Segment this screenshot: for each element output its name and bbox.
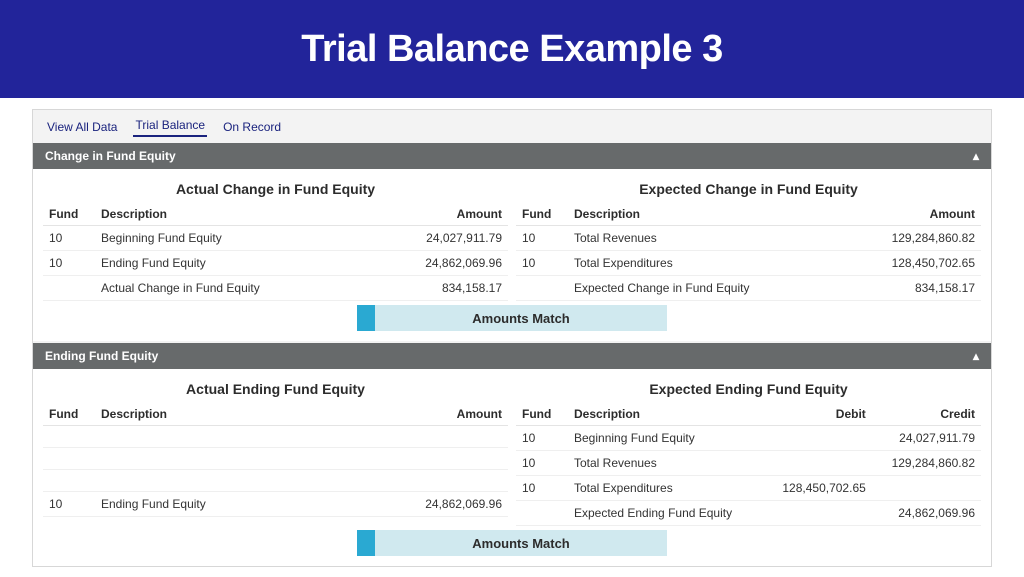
panel-change-content: Actual Change in Fund Equity Fund Descri… xyxy=(33,169,991,341)
cell-fund: 10 xyxy=(516,476,568,501)
cell-fund xyxy=(516,276,568,301)
table-row: 10 Total Revenues 129,284,860.82 xyxy=(516,226,981,251)
cell-fund: 10 xyxy=(516,251,568,276)
tab-view-all-data[interactable]: View All Data xyxy=(45,117,119,137)
table-row-blank xyxy=(43,470,508,492)
col-fund: Fund xyxy=(43,203,95,226)
cell-fund: 10 xyxy=(516,426,568,451)
table-row: 10 Beginning Fund Equity 24,027,911.79 xyxy=(516,426,981,451)
actual-change-block: Actual Change in Fund Equity Fund Descri… xyxy=(43,177,508,301)
match-label: Amounts Match xyxy=(375,530,667,556)
expected-ending-block: Expected Ending Fund Equity Fund Descrip… xyxy=(516,377,981,526)
cell-desc: Total Expenditures xyxy=(568,476,763,501)
col-description: Description xyxy=(568,203,842,226)
cell-debit xyxy=(763,451,872,476)
table-row: 10 Total Expenditures 128,450,702.65 xyxy=(516,251,981,276)
cell-desc: Total Expenditures xyxy=(568,251,842,276)
cell-amount: 129,284,860.82 xyxy=(842,226,981,251)
cell-debit: 128,450,702.65 xyxy=(763,476,872,501)
cell-fund: 10 xyxy=(43,492,95,517)
cell-fund: 10 xyxy=(516,451,568,476)
report-container: View All Data Trial Balance On Record Ch… xyxy=(32,109,992,567)
col-description: Description xyxy=(95,203,367,226)
cell-credit: 24,862,069.96 xyxy=(872,501,981,526)
panel-ending-fund-equity[interactable]: Ending Fund Equity ▴ xyxy=(33,343,991,369)
expected-ending-table: Fund Description Debit Credit 10 Beginni… xyxy=(516,403,981,526)
match-accent-bar xyxy=(357,530,375,556)
match-accent-bar xyxy=(357,305,375,331)
table-row: Expected Ending Fund Equity 24,862,069.9… xyxy=(516,501,981,526)
expected-ending-title: Expected Ending Fund Equity xyxy=(516,377,981,403)
hero-banner: Trial Balance Example 3 xyxy=(0,0,1024,98)
col-amount: Amount xyxy=(842,203,981,226)
panel-title: Ending Fund Equity xyxy=(45,349,158,363)
table-row: 10 Total Revenues 129,284,860.82 xyxy=(516,451,981,476)
tab-on-record[interactable]: On Record xyxy=(221,117,283,137)
expected-change-table: Fund Description Amount 10 Total Revenue… xyxy=(516,203,981,301)
actual-ending-title: Actual Ending Fund Equity xyxy=(43,377,508,403)
actual-change-title: Actual Change in Fund Equity xyxy=(43,177,508,203)
cell-debit xyxy=(763,426,872,451)
cell-desc: Actual Change in Fund Equity xyxy=(95,276,367,301)
panel-title: Change in Fund Equity xyxy=(45,149,176,163)
cell-credit: 129,284,860.82 xyxy=(872,451,981,476)
chevron-up-icon: ▴ xyxy=(973,149,979,163)
cell-amount: 128,450,702.65 xyxy=(842,251,981,276)
table-row-blank xyxy=(43,426,508,448)
table-row: 10 Total Expenditures 128,450,702.65 xyxy=(516,476,981,501)
chevron-up-icon: ▴ xyxy=(973,349,979,363)
cell-desc: Beginning Fund Equity xyxy=(568,426,763,451)
cell-fund: 10 xyxy=(516,226,568,251)
table-row: 10 Beginning Fund Equity 24,027,911.79 xyxy=(43,226,508,251)
cell-fund xyxy=(516,501,568,526)
cell-fund xyxy=(43,276,95,301)
table-row: Expected Change in Fund Equity 834,158.1… xyxy=(516,276,981,301)
table-row: 10 Ending Fund Equity 24,862,069.96 xyxy=(43,251,508,276)
expected-change-title: Expected Change in Fund Equity xyxy=(516,177,981,203)
cell-desc: Total Revenues xyxy=(568,451,763,476)
cell-fund: 10 xyxy=(43,226,95,251)
match-label: Amounts Match xyxy=(375,305,667,331)
cell-amount: 834,158.17 xyxy=(842,276,981,301)
tab-trial-balance[interactable]: Trial Balance xyxy=(133,115,207,137)
table-row: Actual Change in Fund Equity 834,158.17 xyxy=(43,276,508,301)
cell-desc: Beginning Fund Equity xyxy=(95,226,367,251)
amounts-match-badge: Amounts Match xyxy=(357,305,667,331)
panel-ending-content: Actual Ending Fund Equity Fund Descripti… xyxy=(33,369,991,566)
cell-credit: 24,027,911.79 xyxy=(872,426,981,451)
col-fund: Fund xyxy=(43,403,95,426)
actual-ending-block: Actual Ending Fund Equity Fund Descripti… xyxy=(43,377,508,526)
expected-change-block: Expected Change in Fund Equity Fund Desc… xyxy=(516,177,981,301)
table-row: 10 Ending Fund Equity 24,862,069.96 xyxy=(43,492,508,517)
col-fund: Fund xyxy=(516,203,568,226)
cell-desc: Ending Fund Equity xyxy=(95,492,330,517)
cell-amount: 24,027,911.79 xyxy=(367,226,508,251)
col-amount: Amount xyxy=(330,403,508,426)
cell-fund: 10 xyxy=(43,251,95,276)
col-description: Description xyxy=(95,403,330,426)
col-fund: Fund xyxy=(516,403,568,426)
cell-desc: Total Revenues xyxy=(568,226,842,251)
cell-desc: Expected Ending Fund Equity xyxy=(568,501,763,526)
col-debit: Debit xyxy=(763,403,872,426)
amounts-match-badge: Amounts Match xyxy=(357,530,667,556)
cell-credit xyxy=(872,476,981,501)
cell-desc: Expected Change in Fund Equity xyxy=(568,276,842,301)
cell-amount: 24,862,069.96 xyxy=(330,492,508,517)
actual-change-table: Fund Description Amount 10 Beginning Fun… xyxy=(43,203,508,301)
cell-amount: 834,158.17 xyxy=(367,276,508,301)
cell-desc: Ending Fund Equity xyxy=(95,251,367,276)
table-row-blank xyxy=(43,448,508,470)
cell-amount: 24,862,069.96 xyxy=(367,251,508,276)
actual-ending-table: Fund Description Amount 10 Ending Fund E… xyxy=(43,403,508,517)
col-amount: Amount xyxy=(367,203,508,226)
panel-change-in-fund-equity[interactable]: Change in Fund Equity ▴ xyxy=(33,143,991,169)
page-title: Trial Balance Example 3 xyxy=(301,28,723,71)
cell-debit xyxy=(763,501,872,526)
col-credit: Credit xyxy=(872,403,981,426)
col-description: Description xyxy=(568,403,763,426)
tabs: View All Data Trial Balance On Record xyxy=(33,110,991,141)
